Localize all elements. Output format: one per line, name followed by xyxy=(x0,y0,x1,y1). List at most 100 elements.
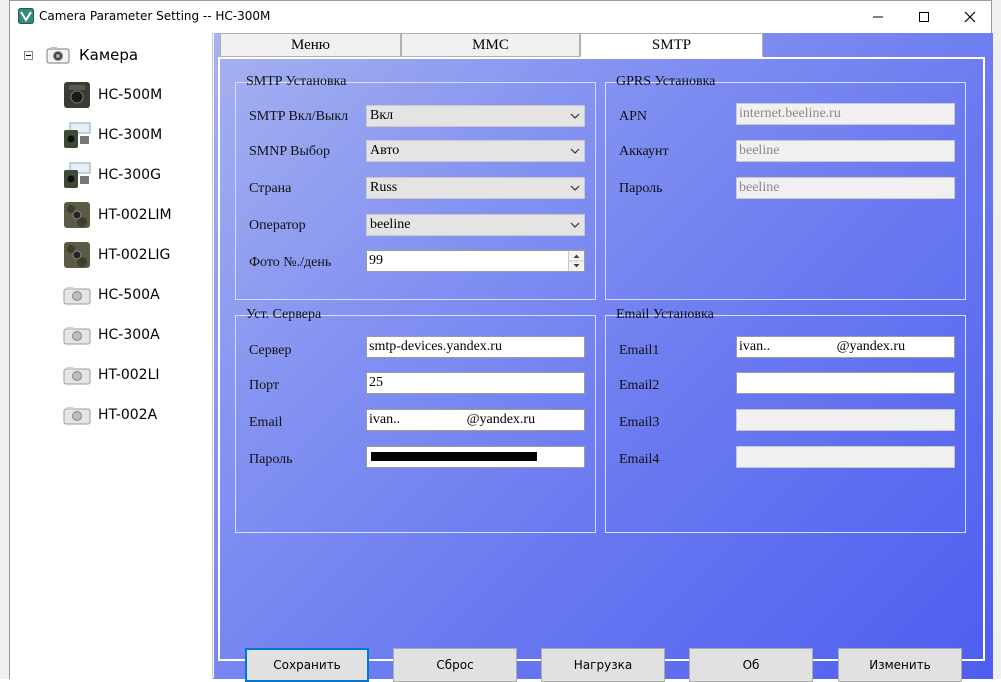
close-icon xyxy=(964,11,976,22)
gprs-password-field[interactable]: beeline xyxy=(736,177,955,199)
chevron-down-icon xyxy=(570,222,580,228)
tree-item-hc-500a[interactable]: HC-500A xyxy=(62,278,160,312)
redacted-password-bar xyxy=(371,452,537,461)
server-email-field[interactable]: ivan.. @yandex.ru xyxy=(366,409,585,431)
stepper-buttons[interactable] xyxy=(568,251,584,271)
email-settings-group: Email Установка Email1 ivan.. @yandex.ru… xyxy=(605,307,966,533)
smnp-mode-select[interactable]: Авто xyxy=(366,140,585,162)
tree-item-label: HT-002LIG xyxy=(98,247,171,263)
camera-tree[interactable]: Камера HC-500M HC-300M HC-300G HT-002LIM… xyxy=(10,33,213,679)
minimize-button[interactable] xyxy=(855,1,901,32)
camera-trap-kit-icon xyxy=(64,162,91,188)
tab-menu[interactable]: Меню xyxy=(220,33,401,57)
tree-item-label: HT-002LI xyxy=(98,367,160,383)
tree-item-label: HC-500M xyxy=(98,87,163,103)
tab-smtp[interactable]: SMTP xyxy=(580,33,763,57)
group-title: GPRS Установка xyxy=(616,74,716,89)
port-label: Порт xyxy=(249,378,280,393)
email3-field[interactable] xyxy=(736,409,955,431)
tree-item-label: HT-002A xyxy=(98,407,158,423)
email2-label: Email2 xyxy=(619,378,660,393)
tree-item-label: HC-300A xyxy=(98,327,160,343)
camera-trap-kit-icon xyxy=(64,122,91,148)
tree-item-ht-002li[interactable]: HT-002LI xyxy=(62,358,160,392)
smtp-enable-select[interactable]: Вкл xyxy=(366,105,585,127)
camera-gray-icon xyxy=(63,327,91,345)
gprs-settings-group: GPRS Установка APN internet.beeline.ru А… xyxy=(605,74,966,300)
chevron-down-icon xyxy=(570,148,580,154)
tree-item-label: HC-500A xyxy=(98,287,160,303)
select-value: Вкл xyxy=(370,108,394,123)
tree-item-label: HT-002LIM xyxy=(98,207,172,223)
apn-label: APN xyxy=(619,109,648,124)
maximize-button[interactable] xyxy=(901,1,947,32)
email1-label: Email1 xyxy=(619,343,660,358)
email4-field[interactable] xyxy=(736,446,955,468)
server-settings-group: Уст. Сервера Сервер smtp-devices.yandex.… xyxy=(235,307,596,533)
country-label: Страна xyxy=(249,181,292,196)
camera-gray-icon xyxy=(63,287,91,305)
operator-select[interactable]: beeline xyxy=(366,214,585,236)
port-field[interactable]: 25 xyxy=(366,372,585,394)
close-button[interactable] xyxy=(947,1,993,32)
spin-arrows-icon xyxy=(569,254,584,268)
country-select[interactable]: Russ xyxy=(366,177,585,199)
server-password-field[interactable] xyxy=(366,446,585,468)
camera-gray-icon xyxy=(63,407,91,425)
chevron-down-icon xyxy=(570,113,580,119)
server-password-label: Пароль xyxy=(249,452,293,467)
stepper-value: 99 xyxy=(369,253,383,268)
photos-per-day-stepper[interactable]: 99 xyxy=(366,250,585,272)
smnp-select-label: SMNP Выбор xyxy=(249,144,330,159)
collapse-icon[interactable] xyxy=(24,50,33,60)
email2-field[interactable] xyxy=(736,372,955,394)
apn-field[interactable]: internet.beeline.ru xyxy=(736,103,955,125)
tree-item-label: HC-300G xyxy=(98,167,161,183)
camera-trap-camo-icon xyxy=(64,202,90,228)
account-field[interactable]: beeline xyxy=(736,140,955,162)
app-logo-icon xyxy=(18,8,34,24)
background-window-right xyxy=(992,0,1001,679)
window-title: Camera Parameter Setting -- HC-300M xyxy=(39,9,271,23)
tab-mmc[interactable]: MMC xyxy=(401,33,580,57)
email1-field[interactable]: ivan.. @yandex.ru xyxy=(736,336,955,358)
camera-root-icon xyxy=(46,47,70,64)
select-value: Авто xyxy=(370,143,400,158)
select-value: beeline xyxy=(370,217,411,232)
camera-trap-camo-icon xyxy=(64,242,90,268)
tree-item-ht-002a[interactable]: HT-002A xyxy=(62,398,157,432)
tree-item-hc-500m[interactable]: HC-500M xyxy=(62,78,162,112)
camera-gray-icon xyxy=(63,367,91,385)
smtp-enable-label: SMTP Вкл/Выкл xyxy=(249,109,349,124)
tree-item-label: HC-300M xyxy=(98,127,163,143)
account-label: Аккаунт xyxy=(619,144,669,159)
group-title: SMTP Установка xyxy=(246,74,347,89)
reset-button[interactable]: Сброс xyxy=(393,648,517,682)
tab-strip: Меню MMC SMTP xyxy=(220,33,763,57)
camera-trap-dark-icon xyxy=(64,82,90,108)
load-button[interactable]: Нагрузка xyxy=(541,648,665,682)
background-window-left xyxy=(0,0,9,679)
about-button[interactable]: Об xyxy=(689,648,813,682)
server-field[interactable]: smtp-devices.yandex.ru xyxy=(366,336,585,358)
tree-root-camera[interactable]: Камера xyxy=(24,43,138,67)
email4-label: Email4 xyxy=(619,452,660,467)
tree-item-ht-002lig[interactable]: HT-002LIG xyxy=(62,238,170,272)
server-label: Сервер xyxy=(249,343,292,358)
gprs-password-label: Пароль xyxy=(619,181,663,196)
title-bar[interactable]: Camera Parameter Setting -- HC-300M xyxy=(10,1,991,32)
tree-item-hc-300a[interactable]: HC-300A xyxy=(62,318,160,352)
photos-per-day-label: Фото №./день xyxy=(249,255,332,270)
tree-item-hc-300m[interactable]: HC-300M xyxy=(62,118,162,152)
camera-parameter-window: Camera Parameter Setting -- HC-300M Каме… xyxy=(9,0,993,682)
operator-label: Оператор xyxy=(249,218,306,233)
save-button[interactable]: Сохранить xyxy=(245,648,369,682)
select-value: Russ xyxy=(370,180,398,195)
tree-item-hc-300g[interactable]: HC-300G xyxy=(62,158,161,192)
tree-item-ht-002lim[interactable]: HT-002LIM xyxy=(62,198,172,232)
minimize-icon xyxy=(873,16,883,17)
modify-button[interactable]: Изменить xyxy=(838,648,962,682)
settings-area: Меню MMC SMTP SMTP Установка SMTP Вкл/Вы… xyxy=(214,33,993,682)
maximize-icon xyxy=(919,11,929,22)
group-title: Уст. Сервера xyxy=(246,307,322,322)
